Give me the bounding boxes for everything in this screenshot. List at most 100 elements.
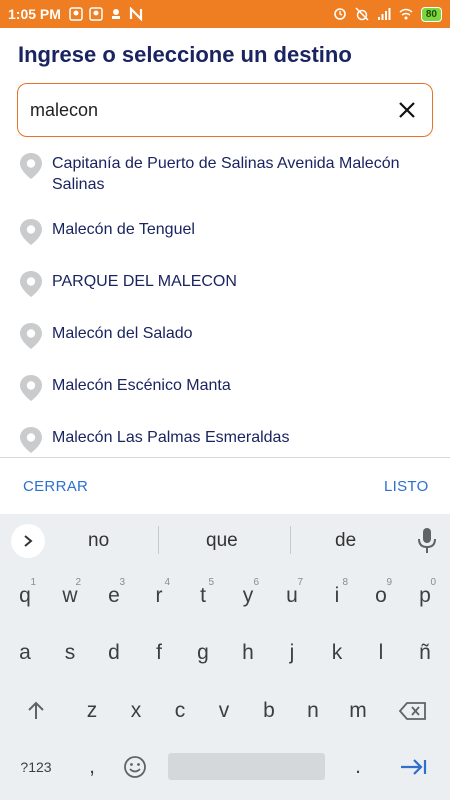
battery-indicator: 80: [420, 6, 442, 22]
location-pin-icon: [20, 271, 42, 297]
key-n-tilde[interactable]: ñ: [405, 628, 445, 678]
status-left-icons: [69, 7, 143, 21]
key-hint: 7: [297, 577, 303, 588]
key-t[interactable]: t5: [183, 571, 223, 621]
status-right-icons: 80: [333, 6, 442, 22]
key-hint: 5: [208, 577, 214, 588]
shift-arrow-icon: [28, 701, 44, 719]
key-l[interactable]: l: [361, 628, 401, 678]
space-bar[interactable]: [168, 753, 325, 780]
key-j[interactable]: j: [272, 628, 312, 678]
location-pin-icon: [20, 427, 42, 453]
period-key[interactable]: .: [338, 742, 378, 792]
key-p[interactable]: p0: [405, 571, 445, 621]
notification-icon: [111, 9, 120, 19]
key-label: e: [108, 584, 120, 607]
key-hint: 9: [386, 577, 392, 588]
key-m[interactable]: m: [338, 686, 378, 736]
key-o[interactable]: o9: [361, 571, 401, 621]
suggestion-word[interactable]: que: [206, 530, 238, 552]
results-list: Capitanía de Puerto de Salinas Avenida M…: [0, 150, 450, 476]
key-label: y: [242, 584, 254, 607]
key-v[interactable]: v: [204, 686, 244, 736]
key-label: t: [200, 584, 206, 607]
key-q[interactable]: q1: [5, 571, 45, 621]
location-pin-icon: [20, 323, 42, 349]
signal-icon: [377, 8, 391, 20]
chevron-right-icon: [24, 535, 33, 547]
key-r[interactable]: r4: [139, 571, 179, 621]
key-f[interactable]: f: [139, 628, 179, 678]
enter-arrow-icon: [401, 759, 427, 775]
key-hint: 1: [30, 577, 36, 588]
key-c[interactable]: c: [160, 686, 200, 736]
backspace-key[interactable]: [393, 686, 433, 736]
result-item[interactable]: PARQUE DEL MALECON: [0, 268, 450, 320]
key-w[interactable]: w2: [50, 571, 90, 621]
comma-key[interactable]: ,: [72, 742, 112, 792]
destination-search-box[interactable]: [17, 83, 433, 137]
key-g[interactable]: g: [183, 628, 223, 678]
clear-search-button[interactable]: [394, 97, 420, 123]
result-label: Malecón de Tenguel: [52, 221, 195, 238]
notification-icon: [69, 7, 83, 21]
status-bar: 1:05 PM 80: [0, 0, 450, 28]
key-i[interactable]: i8: [317, 571, 357, 621]
on-screen-keyboard: no que de q1 w2 e3 r4 t5 y6 u7 i8 o9 p0 …: [0, 514, 450, 800]
suggestions-toggle-button[interactable]: [11, 524, 45, 558]
key-d[interactable]: d: [94, 628, 134, 678]
key-label: p: [419, 584, 431, 607]
key-label: r: [155, 584, 163, 607]
suggestion-word[interactable]: de: [335, 530, 356, 552]
key-h[interactable]: h: [228, 628, 268, 678]
destination-search-input[interactable]: [30, 99, 394, 121]
key-label: u: [286, 584, 298, 607]
key-label: o: [375, 584, 387, 607]
result-label: PARQUE DEL MALECON: [52, 273, 237, 290]
result-label: Malecón del Salado: [52, 325, 193, 342]
emoji-key[interactable]: [115, 742, 155, 792]
result-item[interactable]: Malecón Las Palmas Esmeraldas: [0, 424, 450, 476]
enter-key[interactable]: [393, 742, 433, 792]
key-a[interactable]: a: [5, 628, 45, 678]
result-item[interactable]: Malecón Escénico Manta: [0, 372, 450, 424]
alarm-icon: [355, 7, 369, 21]
close-icon: [399, 102, 415, 118]
symbols-key[interactable]: ?123: [14, 742, 58, 792]
key-u[interactable]: u7: [272, 571, 312, 621]
result-item[interactable]: Malecón de Tenguel: [0, 216, 450, 268]
key-n[interactable]: n: [293, 686, 333, 736]
key-e[interactable]: e3: [94, 571, 134, 621]
key-label: i: [334, 584, 340, 607]
key-hint: 8: [342, 577, 348, 588]
divider: [0, 457, 450, 458]
close-button[interactable]: CERRAR: [23, 478, 88, 495]
key-z[interactable]: z: [72, 686, 112, 736]
location-pin-icon: [20, 153, 42, 179]
key-y[interactable]: y6: [228, 571, 268, 621]
page-title: Ingrese o seleccione un destino: [18, 42, 352, 67]
divider: [158, 526, 159, 554]
key-hint: 6: [253, 577, 259, 588]
backspace-icon: [399, 702, 426, 720]
emoji-icon: [124, 756, 146, 778]
key-hint: 2: [75, 577, 81, 588]
key-k[interactable]: k: [317, 628, 357, 678]
result-label: Malecón Las Palmas Esmeraldas: [52, 429, 290, 446]
result-item[interactable]: Malecón del Salado: [0, 320, 450, 372]
n-app-icon: [129, 7, 143, 21]
shift-key[interactable]: [16, 686, 56, 736]
key-hint: 0: [430, 577, 436, 588]
result-item[interactable]: Capitanía de Puerto de Salinas Avenida M…: [0, 150, 450, 216]
key-b[interactable]: b: [249, 686, 289, 736]
key-s[interactable]: s: [50, 628, 90, 678]
sync-icon: [334, 8, 346, 20]
location-pin-icon: [20, 375, 42, 401]
result-label: Malecón Escénico Manta: [52, 377, 231, 394]
result-label: Capitanía de Puerto de Salinas Avenida M…: [52, 155, 400, 193]
suggestion-word[interactable]: no: [88, 530, 109, 552]
done-button[interactable]: LISTO: [384, 478, 429, 495]
microphone-icon[interactable]: [416, 527, 438, 555]
key-x[interactable]: x: [116, 686, 156, 736]
key-label: q: [19, 584, 31, 607]
